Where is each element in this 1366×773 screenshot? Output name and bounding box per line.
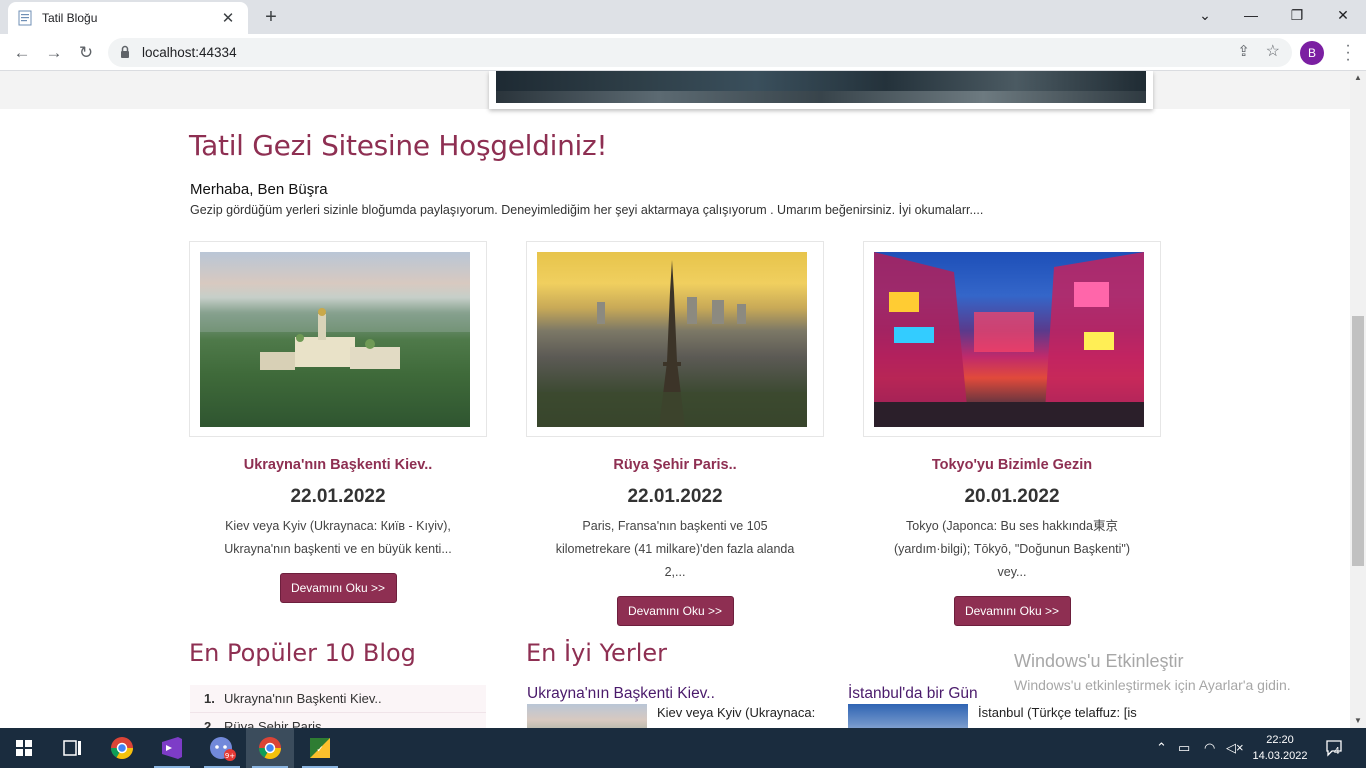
restore-icon[interactable]: ❐ — [1274, 0, 1320, 30]
card-date: 22.01.2022 — [627, 486, 723, 507]
browser-toolbar: ← → ↻ localhost:44334 ⇪ ☆ B · · · — [0, 34, 1366, 71]
svg-text:9+: 9+ — [225, 752, 235, 760]
close-window-icon[interactable]: ✕ — [1320, 0, 1366, 30]
back-icon[interactable]: ← — [8, 39, 36, 67]
volume-icon[interactable]: ◁× — [1226, 740, 1244, 756]
page-viewport: Tatil Gezi Sitesine Hoşgeldiniz! Merhaba… — [0, 71, 1350, 728]
card-excerpt: Kiev veya Kyiv (Ukraynaca: Київ - Kıyiv)… — [224, 519, 452, 556]
paris-photo[interactable] — [537, 252, 807, 427]
card-image-frame — [526, 241, 824, 437]
wifi-icon[interactable]: ◠ — [1204, 740, 1215, 756]
bookmark-star-icon[interactable]: ☆ — [1266, 41, 1280, 61]
notification-center-icon[interactable]: 4 — [1320, 738, 1348, 760]
battery-icon[interactable]: ▭ — [1178, 740, 1190, 756]
read-more-button[interactable]: Devamını Oku >> — [279, 573, 397, 603]
blog-card: Tokyo'yu Bizimle Gezin 20.01.2022 Tokyo … — [863, 241, 1161, 626]
card-title[interactable]: Rüya Şehir Paris.. — [526, 457, 824, 473]
scrollbar-thumb[interactable] — [1352, 316, 1364, 566]
card-title[interactable]: Ukrayna'nın Başkenti Kiev.. — [189, 457, 487, 473]
tray-chevron-icon[interactable]: ⌃ — [1156, 740, 1167, 756]
place-excerpt: Kiev veya Kyiv (Ukraynaca: — [657, 705, 816, 720]
card-image-frame — [863, 241, 1161, 437]
blog-card: Ukrayna'nın Başkenti Kiev.. 22.01.2022 K… — [189, 241, 487, 603]
card-date: 22.01.2022 — [290, 486, 386, 507]
place-thumbnail[interactable] — [848, 704, 968, 728]
greeting-text: Merhaba, Ben Büşra — [190, 181, 328, 198]
visual-studio-icon[interactable] — [148, 728, 196, 768]
page-scrollbar[interactable]: ▲ ▼ — [1350, 71, 1366, 728]
card-date: 20.01.2022 — [964, 486, 1060, 507]
tab-search-icon[interactable]: ⌄ — [1182, 0, 1228, 30]
discord-icon[interactable]: 9+ — [198, 728, 246, 768]
reload-icon[interactable]: ↻ — [72, 39, 100, 67]
place-thumbnail[interactable] — [527, 704, 647, 728]
activation-watermark-text: Windows'u etkinleştirmek için Ayarlar'a … — [1014, 677, 1291, 693]
read-more-button[interactable]: Devamını Oku >> — [616, 596, 734, 626]
taskbar-clock[interactable]: 22:20 14.03.2022 — [1252, 732, 1308, 764]
browser-menu-icon[interactable]: · · · — [1340, 38, 1356, 68]
forward-icon[interactable]: → — [40, 39, 68, 67]
intro-text: Gezip gördüğüm yerleri sizinle bloğumda … — [190, 203, 984, 217]
chrome-icon[interactable] — [98, 728, 146, 768]
svg-text:✓: ✓ — [316, 745, 324, 755]
task-view-icon[interactable] — [48, 728, 96, 768]
hero-image-frame — [489, 71, 1153, 109]
card-image-frame — [189, 241, 487, 437]
page-title: Tatil Gezi Sitesine Hoşgeldiniz! — [189, 129, 608, 162]
popular-list: 1. Ukrayna'nın Başkenti Kiev.. 2. Rüya Şeh… — [190, 685, 486, 728]
app-icon[interactable]: ✓ — [296, 728, 344, 768]
best-place-item: Ukrayna'nın Başkenti Kiev.. Kiev veya Ky… — [527, 685, 827, 728]
close-tab-icon[interactable]: ✕ — [218, 9, 238, 27]
share-icon[interactable]: ⇪ — [1237, 42, 1250, 60]
card-excerpt: Tokyo (Japonca: Bu ses hakkında東京 (yardı… — [893, 519, 1131, 579]
chrome-active-icon[interactable] — [246, 728, 294, 768]
clock-time: 22:20 — [1266, 734, 1294, 746]
new-tab-button[interactable]: + — [258, 4, 284, 30]
card-title[interactable]: Tokyo'yu Bizimle Gezin — [863, 457, 1161, 473]
activation-watermark-title: Windows'u Etkinleştir — [1014, 651, 1184, 671]
list-item[interactable]: 1. Ukrayna'nın Başkenti Kiev.. — [190, 685, 486, 713]
browser-tab-bar: Tatil Bloğu ✕ + ⌄ — ❐ ✕ — [0, 0, 1366, 34]
list-item[interactable]: 2. Rüya Şehir Paris.. — [190, 713, 486, 728]
lock-icon — [120, 45, 130, 59]
page-icon — [18, 10, 32, 26]
scroll-down-icon[interactable]: ▼ — [1350, 714, 1366, 728]
place-excerpt: İstanbul (Türkçe telaffuz: [is — [978, 705, 1137, 720]
tab-title: Tatil Bloğu — [42, 11, 98, 25]
card-excerpt: Paris, Fransa'nın başkenti ve 105 kilome… — [555, 519, 795, 579]
place-title[interactable]: Ukrayna'nın Başkenti Kiev.. — [527, 685, 827, 703]
popular-section-title: En Popüler 10 Blog — [189, 639, 416, 667]
browser-tab[interactable]: Tatil Bloğu ✕ — [8, 2, 248, 34]
clock-date: 14.03.2022 — [1252, 750, 1308, 762]
windows-taskbar: 9+ ✓ ⌃ ▭ ◠ ◁× 22:20 14.03.2022 4 — [0, 728, 1366, 768]
profile-avatar[interactable]: B — [1300, 41, 1324, 65]
windows-start-icon[interactable] — [0, 728, 48, 768]
minimize-icon[interactable]: — — [1228, 0, 1274, 30]
url-text: localhost:44334 — [142, 45, 237, 60]
hero-image — [496, 71, 1146, 103]
address-bar[interactable]: localhost:44334 ⇪ ☆ — [108, 38, 1292, 67]
read-more-button[interactable]: Devamını Oku >> — [953, 596, 1071, 626]
tokyo-photo[interactable] — [874, 252, 1144, 427]
hero-background — [0, 71, 1350, 109]
scroll-up-icon[interactable]: ▲ — [1350, 71, 1366, 85]
notification-count: 4 — [1334, 746, 1340, 757]
best-places-title: En İyi Yerler — [526, 639, 667, 667]
kiev-photo[interactable] — [200, 252, 470, 427]
blog-card: Rüya Şehir Paris.. 22.01.2022 Paris, Fra… — [526, 241, 824, 626]
